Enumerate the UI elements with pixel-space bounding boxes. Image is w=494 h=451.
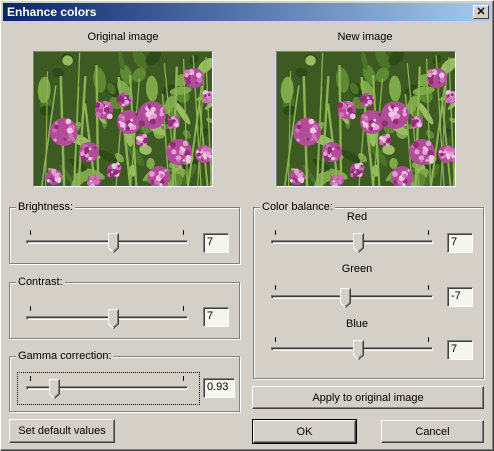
clover-flowers-image	[277, 52, 455, 186]
new-image-preview	[276, 51, 456, 187]
cancel-button[interactable]: Cancel	[381, 420, 484, 443]
slider-thumb[interactable]	[340, 288, 352, 308]
green-slider[interactable]	[271, 285, 433, 309]
slider-tick	[30, 376, 31, 381]
slider-tick	[428, 230, 429, 235]
gamma-label: Gamma correction:	[16, 350, 114, 363]
clover-flowers-image	[34, 52, 212, 186]
original-image-preview	[33, 51, 213, 187]
slider-thumb[interactable]	[352, 340, 364, 360]
window-title: Enhance colors	[7, 5, 97, 19]
blue-label: Blue	[345, 318, 369, 330]
close-button[interactable]: ✕	[473, 5, 489, 19]
slider-thumb[interactable]	[107, 233, 119, 253]
slider-thumb[interactable]	[352, 233, 364, 253]
slider-tick	[30, 230, 31, 235]
red-slider[interactable]	[271, 230, 433, 254]
slider-tick	[428, 337, 429, 342]
color-balance-label: Color balance:	[260, 201, 335, 214]
green-label: Green	[341, 263, 373, 275]
brightness-label: Brightness:	[16, 201, 76, 214]
blue-slider[interactable]	[271, 337, 433, 361]
slider-tick	[275, 230, 276, 235]
gamma-value[interactable]: 0.93	[203, 378, 235, 398]
slider-tick	[428, 285, 429, 290]
slider-track[interactable]	[271, 295, 433, 299]
close-icon: ✕	[476, 5, 486, 18]
new-image-caption: New image	[337, 31, 393, 43]
red-label: Red	[346, 211, 368, 223]
contrast-value[interactable]: 7	[203, 307, 229, 327]
green-value[interactable]: -7	[447, 287, 473, 307]
blue-value[interactable]: 7	[447, 340, 473, 360]
contrast-label: Contrast:	[16, 276, 65, 289]
slider-tick	[183, 306, 184, 311]
slider-tick	[275, 337, 276, 342]
gamma-slider[interactable]	[26, 376, 188, 400]
ok-button[interactable]: OK	[252, 419, 357, 444]
slider-tick	[183, 230, 184, 235]
slider-thumb[interactable]	[49, 379, 61, 399]
slider-tick	[183, 376, 184, 381]
slider-tick	[30, 306, 31, 311]
title-bar[interactable]: Enhance colors ✕	[3, 3, 491, 21]
slider-ticks	[271, 285, 433, 290]
apply-to-original-button[interactable]: Apply to original image	[252, 386, 484, 409]
set-default-values-button[interactable]: Set default values	[9, 419, 115, 443]
original-image-caption: Original image	[87, 31, 159, 43]
contrast-slider[interactable]	[26, 306, 188, 330]
brightness-value[interactable]: 7	[203, 233, 229, 253]
slider-thumb[interactable]	[107, 309, 119, 329]
red-value[interactable]: 7	[447, 233, 473, 253]
slider-tick	[275, 285, 276, 290]
brightness-slider[interactable]	[26, 230, 188, 254]
